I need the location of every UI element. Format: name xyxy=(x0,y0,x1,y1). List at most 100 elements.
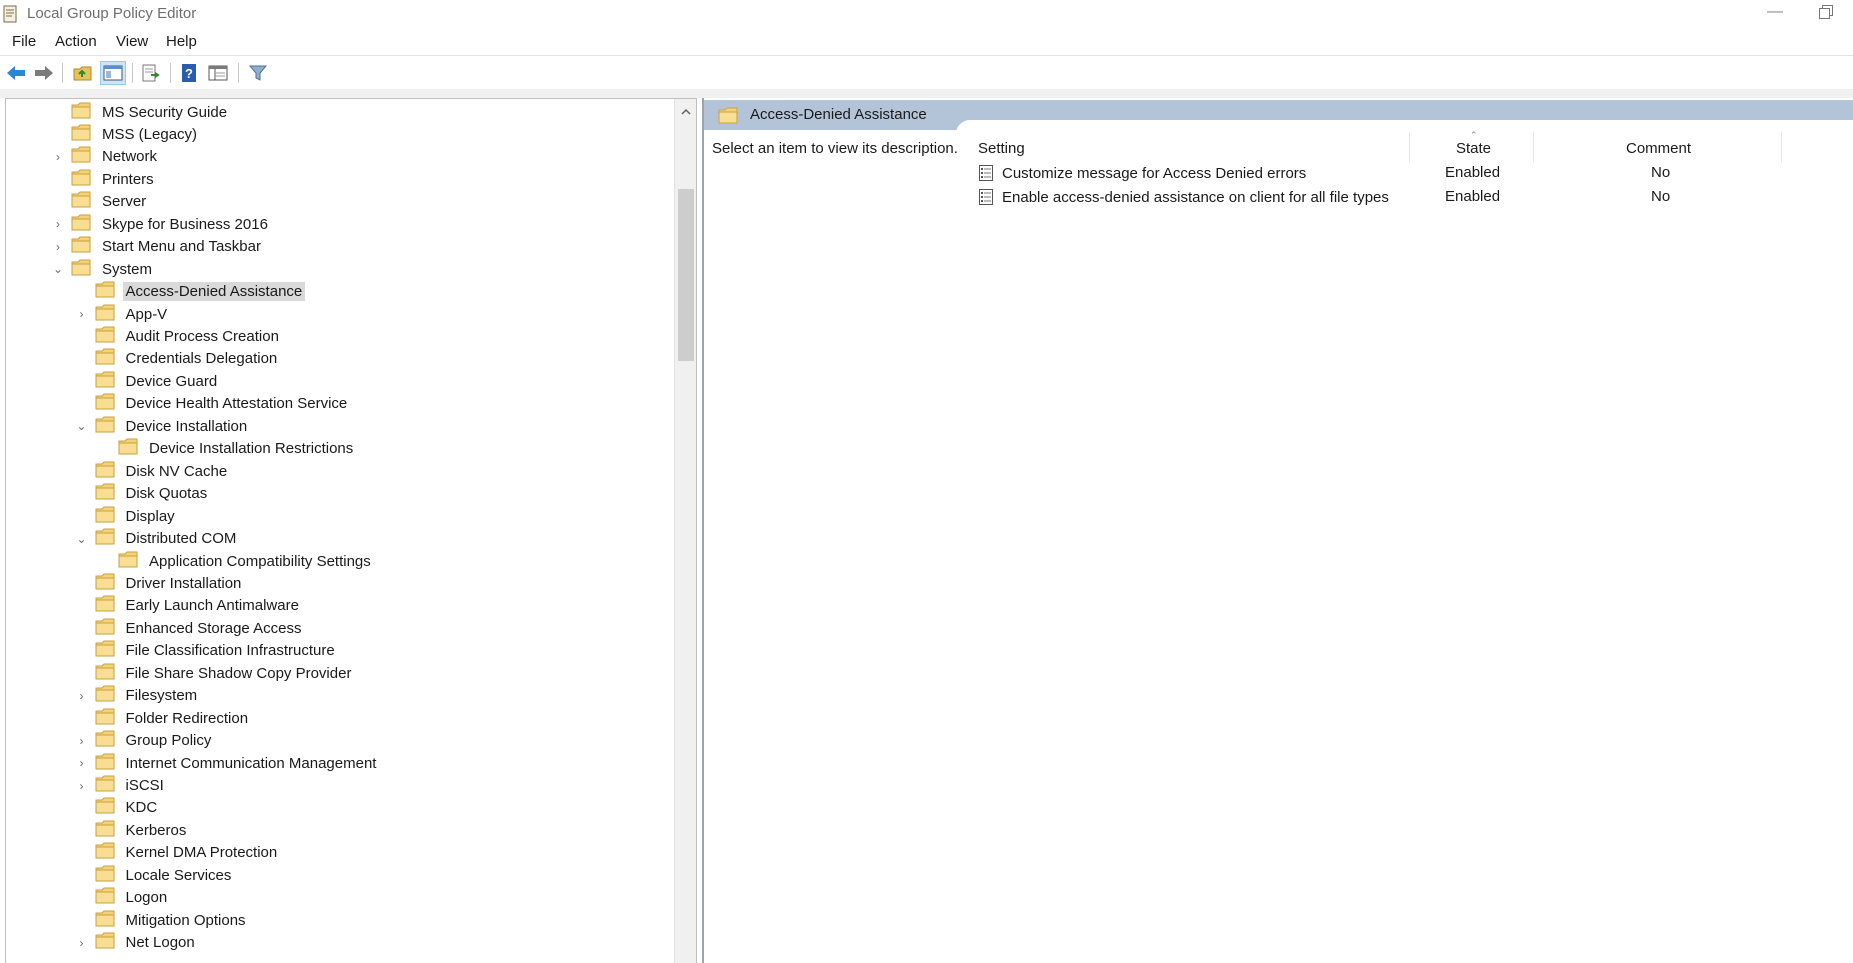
tree-item[interactable]: › Network xyxy=(50,146,160,168)
folder-icon xyxy=(71,146,91,167)
export-list-icon[interactable] xyxy=(138,61,164,85)
tree-scrollbar[interactable] xyxy=(674,99,696,963)
tree-item-label: Logon xyxy=(125,889,168,907)
tree-item[interactable]: Enhanced Storage Access xyxy=(74,617,305,639)
back-arrow-icon[interactable] xyxy=(3,61,29,85)
tree-item[interactable]: Kernel DMA Protection xyxy=(74,842,281,864)
collapsed-chevron-icon[interactable]: › xyxy=(74,685,90,707)
up-folder-icon[interactable] xyxy=(70,61,96,85)
tree-item[interactable]: Early Launch Antimalware xyxy=(74,595,302,617)
tree-item[interactable]: Access-Denied Assistance xyxy=(74,281,306,303)
tree-item[interactable]: Folder Redirection xyxy=(74,707,252,729)
collapsed-chevron-icon[interactable]: › xyxy=(74,730,90,752)
menu-view[interactable]: View xyxy=(116,33,148,50)
column-header-setting[interactable]: Setting xyxy=(978,140,1025,157)
tree-item-label: Net Logon xyxy=(125,934,195,952)
expanded-chevron-icon[interactable]: ⌄ xyxy=(50,258,66,280)
properties-icon[interactable] xyxy=(205,61,231,85)
tree-item[interactable]: ⌄ System xyxy=(50,258,155,280)
console-tree[interactable]: MS Security Guide MSS (Legacy) › Network Pri… xyxy=(5,98,697,963)
tree-item[interactable]: ⌄ Distributed COM xyxy=(74,528,240,550)
menu-action[interactable]: Action xyxy=(55,33,97,50)
tree-item[interactable]: MS Security Guide xyxy=(50,101,230,123)
tree-item[interactable]: Printers xyxy=(50,168,157,190)
extended-view-tab-curve xyxy=(956,120,1853,134)
tree-item[interactable]: Locale Services xyxy=(74,864,235,886)
tree-item[interactable]: Credentials Delegation xyxy=(74,348,281,370)
tree-item-label: Folder Redirection xyxy=(125,709,249,727)
restore-button[interactable] xyxy=(1818,4,1834,20)
tree-item[interactable]: MSS (Legacy) xyxy=(50,123,200,145)
tree-item[interactable]: ⌄ Device Installation xyxy=(74,415,251,437)
collapsed-chevron-icon[interactable]: › xyxy=(74,752,90,774)
tree-item[interactable]: Audit Process Creation xyxy=(74,326,282,348)
policy-row[interactable]: Enable access-denied assistance on clien… xyxy=(978,186,1389,208)
tree-item[interactable]: Logon xyxy=(74,887,171,909)
tree-item[interactable]: Disk Quotas xyxy=(74,483,211,505)
tree-item[interactable]: KDC xyxy=(74,797,161,819)
collapsed-chevron-icon[interactable]: › xyxy=(50,213,66,235)
scrollbar-thumb[interactable] xyxy=(678,189,694,361)
folder-icon xyxy=(95,663,115,684)
tree-item[interactable]: Mitigation Options xyxy=(74,909,249,931)
policy-setting-icon xyxy=(978,189,994,205)
menu-help[interactable]: Help xyxy=(166,33,197,50)
tree-item[interactable]: Display xyxy=(74,505,178,527)
tree-item[interactable]: Application Compatibility Settings xyxy=(97,550,374,572)
expanded-chevron-icon[interactable]: ⌄ xyxy=(74,415,90,437)
tree-item[interactable]: › iSCSI xyxy=(74,775,167,797)
scroll-up-arrow-icon[interactable] xyxy=(680,104,692,115)
tree-item[interactable]: › App-V xyxy=(74,303,171,325)
tree-item[interactable]: Driver Installation xyxy=(74,572,245,594)
tree-item[interactable]: Device Health Attestation Service xyxy=(74,393,351,415)
tree-item[interactable]: File Classification Infrastructure xyxy=(74,640,338,662)
column-header-state[interactable]: State xyxy=(1456,140,1491,157)
tree-item[interactable]: File Share Shadow Copy Provider xyxy=(74,662,355,684)
show-hide-tree-icon[interactable] xyxy=(100,61,126,85)
forward-arrow-icon[interactable] xyxy=(31,61,57,85)
expanded-chevron-icon[interactable]: ⌄ xyxy=(74,528,90,550)
column-separator[interactable] xyxy=(1409,132,1410,162)
column-separator[interactable] xyxy=(1781,132,1782,162)
tree-item[interactable]: › Start Menu and Taskbar xyxy=(50,236,264,258)
tree-item-label: Enhanced Storage Access xyxy=(125,619,302,637)
tree-item[interactable]: › Internet Communication Management xyxy=(74,752,380,774)
policy-row[interactable]: Customize message for Access Denied erro… xyxy=(978,162,1306,184)
tree-item[interactable]: › Group Policy xyxy=(74,730,215,752)
column-separator[interactable] xyxy=(1533,132,1534,162)
menu-bar: File Action View Help xyxy=(0,30,1853,56)
menu-file[interactable]: File xyxy=(12,33,36,50)
collapsed-chevron-icon[interactable]: › xyxy=(74,775,90,797)
tree-item[interactable]: Server xyxy=(50,191,149,213)
tree-item[interactable]: Disk NV Cache xyxy=(74,460,231,482)
tree-item-label: Early Launch Antimalware xyxy=(125,597,299,615)
tree-item[interactable]: Device Guard xyxy=(74,370,221,392)
minimize-button[interactable]: — xyxy=(1760,3,1790,23)
help-icon[interactable]: ? xyxy=(176,61,202,85)
column-header-comment[interactable]: Comment xyxy=(1626,140,1691,157)
tree-item-label: Printers xyxy=(102,170,154,188)
folder-icon xyxy=(95,416,115,437)
tree-item-label: Device Guard xyxy=(125,372,218,390)
folder-icon xyxy=(95,820,115,841)
filter-icon[interactable] xyxy=(245,61,271,85)
tree-item[interactable]: › Net Logon xyxy=(74,932,198,954)
policy-comment: No xyxy=(1651,164,1671,181)
tree-item[interactable]: Device Installation Restrictions xyxy=(97,438,356,460)
collapsed-chevron-icon[interactable]: › xyxy=(50,236,66,258)
tree-item[interactable]: › Skype for Business 2016 xyxy=(50,213,271,235)
tree-item[interactable]: Kerberos xyxy=(74,819,190,841)
collapsed-chevron-icon[interactable]: › xyxy=(50,146,66,168)
tree-item[interactable]: › Filesystem xyxy=(74,685,201,707)
collapsed-chevron-icon[interactable]: › xyxy=(74,932,90,954)
tree-item-label: Distributed COM xyxy=(125,530,237,548)
collapsed-chevron-icon[interactable]: › xyxy=(74,303,90,325)
folder-icon xyxy=(95,483,115,504)
